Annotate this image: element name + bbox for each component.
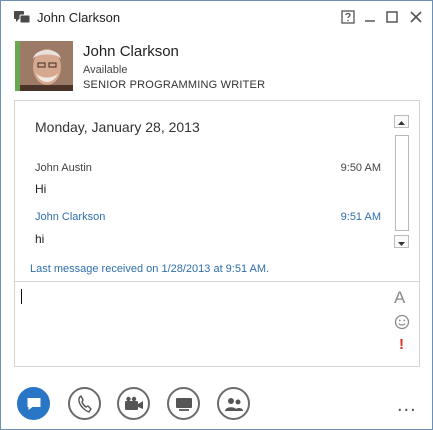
scroll-thumb[interactable] [395,135,409,231]
maximize-icon [386,11,398,23]
window-title: John Clarkson [37,10,121,25]
minimize-icon [365,20,375,22]
contact-avatar[interactable] [15,41,73,91]
contact-status: Available [83,64,128,76]
present-icon [175,397,192,411]
video-icon [124,396,143,410]
message-text: hi [35,232,45,246]
conversation-window: John Clarkson John Clarkson Available SE… [0,0,433,430]
maximize-button[interactable] [381,7,403,27]
font-button[interactable]: A [394,288,405,308]
help-button[interactable] [337,7,359,27]
scroll-down-icon [398,242,405,246]
lync-app-icon [13,9,31,25]
contact-header: John Clarkson Available SENIOR PROGRAMMI… [1,33,432,99]
message-sender: John Clarkson [35,211,106,223]
title-bar: John Clarkson [1,1,432,33]
conversation-history: Monday, January 28, 2013 John Austin 9:5… [14,100,420,281]
people-icon [224,397,243,411]
last-message-received: Last message received on 1/28/2013 at 9:… [30,263,270,275]
contact-name[interactable]: John Clarkson [83,43,179,60]
emoticon-button[interactable] [394,314,410,335]
contact-job-title: SENIOR PROGRAMMING WRITER [83,79,266,91]
high-importance-button[interactable]: ! [399,336,404,353]
smiley-icon [394,314,410,330]
call-button[interactable] [68,387,101,420]
message-sender: John Austin [35,162,92,174]
close-button[interactable] [405,7,427,27]
message-time: 9:50 AM [340,162,381,174]
participants-button[interactable] [217,387,250,420]
date-heading: Monday, January 28, 2013 [35,119,200,135]
message-input[interactable] [19,286,379,362]
close-icon [410,11,422,23]
im-button[interactable] [17,387,50,420]
bottom-toolbar: ... [1,381,432,429]
history-scrollbar[interactable] [394,115,410,248]
text-caret [21,289,22,304]
scroll-down-button[interactable] [394,235,409,248]
minimize-button[interactable] [359,7,381,27]
phone-icon [77,394,92,413]
message-time: 9:51 AM [340,211,381,223]
scroll-up-button[interactable] [394,115,409,128]
video-button[interactable] [117,387,150,420]
more-options-button[interactable]: ... [397,394,417,417]
im-icon [27,397,40,410]
scroll-up-icon [398,121,405,125]
message-text: Hi [35,182,47,196]
help-icon [341,10,355,24]
compose-area: A ! [14,281,420,367]
present-button[interactable] [167,387,200,420]
